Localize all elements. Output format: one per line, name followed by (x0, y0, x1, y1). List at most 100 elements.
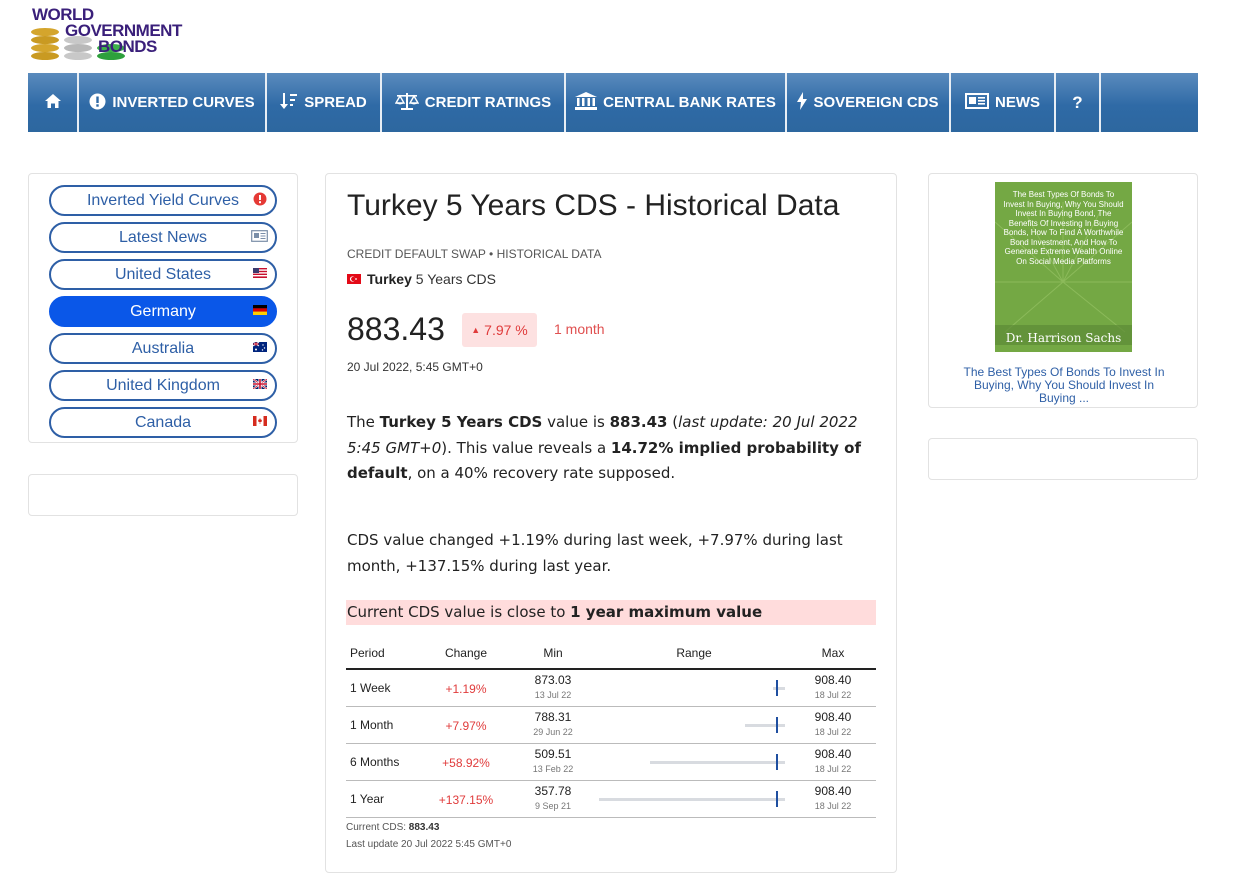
sidebar-empty-panel (28, 474, 298, 516)
right-empty-panel (928, 438, 1198, 480)
sidebar-item-canada[interactable]: Canada (49, 407, 277, 438)
main-nav: INVERTED CURVES SPREAD CREDIT RATINGS CE… (28, 73, 1198, 132)
range-marker (775, 680, 778, 696)
row-max: 908.40 18 Jul 22 (814, 710, 852, 737)
row-period: 1 Month (350, 718, 394, 732)
range-marker (775, 754, 778, 770)
table-header-max: Max (821, 646, 845, 660)
instrument-name: 5 Years CDS (415, 271, 496, 287)
canada-flag-icon (253, 416, 267, 427)
sidebar-item-latest-news[interactable]: Latest News (49, 222, 277, 253)
cds-value: 883.43 (347, 311, 445, 347)
book-cover-title: The Best Types Of Bonds To Invest In Buy… (1003, 190, 1124, 266)
home-icon (44, 93, 62, 112)
newspaper-icon (251, 230, 268, 242)
turkey-flag-icon (347, 274, 361, 285)
row-change: +137.15% (438, 793, 494, 807)
row-period: 1 Year (350, 792, 385, 806)
nav-news[interactable]: NEWS (951, 73, 1056, 132)
nav-central-bank-rates[interactable]: CENTRAL BANK RATES (566, 73, 787, 132)
row-change: +7.97% (445, 719, 487, 733)
sidebar-item-germany[interactable]: Germany (49, 296, 277, 327)
nav-label-credit-ratings: CREDIT RATINGS (424, 94, 552, 111)
nav-label-news: NEWS (995, 94, 1040, 111)
book-cover-author: Dr. Harrison Sachs (1005, 331, 1122, 345)
row-min: 873.03 13 Jul 22 (534, 673, 572, 700)
us-flag-icon (253, 268, 267, 279)
nav-credit-ratings[interactable]: CREDIT RATINGS (382, 73, 566, 132)
change-value: 7.97 % (484, 322, 528, 338)
caret-up-icon: ▲ (471, 325, 481, 335)
main-content-card: Turkey 5 Years CDS - Historical Data CRE… (325, 173, 897, 873)
sidebar-country-list: Inverted Yield Curves Latest News United… (28, 173, 298, 443)
sidebar-item-label: United States (114, 265, 212, 283)
exclamation-circle-icon (89, 93, 106, 113)
row-min: 357.78 9 Sep 21 (534, 784, 572, 811)
nav-home[interactable] (28, 73, 79, 132)
table-row: 1 Year +137.15% 357.78 9 Sep 21 908.40 18 … (346, 781, 876, 818)
book-link[interactable]: The Best Types Of Bonds To Invest In Buy… (955, 366, 1173, 405)
site-logo[interactable]: WORLD GOVERNMENT BONDS (30, 6, 200, 62)
row-max: 908.40 18 Jul 22 (814, 784, 852, 811)
row-max: 908.40 18 Jul 22 (814, 747, 852, 774)
summary-paragraph: The Turkey 5 Years CDS value is 883.43 (… (347, 413, 862, 482)
table-row: 1 Month +7.97% 788.31 29 Jun 22 908.40 18 … (346, 707, 876, 744)
newspaper-icon (965, 93, 989, 112)
row-change: +58.92% (442, 756, 490, 770)
nav-label-central-bank-rates: CENTRAL BANK RATES (603, 94, 776, 111)
table-header-period: Period (350, 646, 385, 660)
sidebar-item-label: Germany (130, 302, 196, 320)
instrument-label: Turkey 5 Years CDS (347, 271, 496, 287)
change-paragraph: CDS value changed +1.19% during last wee… (347, 531, 843, 575)
footer-current-cds: Current CDS: 883.43 (346, 822, 440, 833)
book-ad-panel: The Best Types Of Bonds To Invest In Buy… (928, 173, 1198, 408)
change-badge: ▲ 7.97 % (462, 313, 537, 347)
nav-spread[interactable]: SPREAD (267, 73, 382, 132)
table-header-change: Change (444, 646, 488, 660)
footer-last-update: Last update 20 Jul 2022 5:45 GMT+0 (346, 839, 512, 850)
row-min: 788.31 29 Jun 22 (533, 710, 573, 737)
sidebar-item-australia[interactable]: Australia (49, 333, 277, 364)
table-row: 1 Week +1.19% 873.03 13 Jul 22 908.40 18 J… (346, 670, 876, 707)
book-cover-image[interactable]: The Best Types Of Bonds To Invest In Buy… (995, 182, 1132, 352)
range-bar (650, 761, 786, 764)
nav-inverted-curves[interactable]: INVERTED CURVES (79, 73, 267, 132)
sidebar-item-inverted-yield-curves[interactable]: Inverted Yield Curves (49, 185, 277, 216)
nav-label-spread: SPREAD (304, 94, 367, 111)
page-title: Turkey 5 Years CDS - Historical Data (347, 189, 840, 222)
row-period: 6 Months (350, 755, 400, 769)
sidebar-item-label: Inverted Yield Curves (86, 191, 240, 209)
sidebar-item-united-states[interactable]: United States (49, 259, 277, 290)
row-min: 509.51 13 Feb 22 (532, 747, 574, 774)
page-subtitle: CREDIT DEFAULT SWAP • HISTORICAL DATA (347, 247, 602, 261)
table-header-range: Range (676, 646, 712, 660)
table-header-min: Min (543, 646, 563, 660)
germany-flag-icon (253, 305, 267, 316)
value-date: 20 Jul 2022, 5:45 GMT+0 (347, 360, 483, 374)
table-row: 6 Months +58.92% 509.51 13 Feb 22 908.40 1… (346, 744, 876, 781)
exclamation-circle-icon (253, 192, 267, 206)
bank-icon (575, 92, 598, 113)
range-bar (598, 798, 786, 801)
row-change: +1.19% (445, 682, 487, 696)
question-icon: ? (1072, 92, 1083, 112)
sidebar-item-label: Latest News (118, 228, 208, 246)
nav-sovereign-cds[interactable]: SOVEREIGN CDS (787, 73, 951, 132)
range-marker (775, 791, 778, 807)
range-marker (775, 717, 778, 733)
sidebar-item-label: United Kingdom (106, 376, 220, 394)
sidebar-item-label: Australia (131, 339, 195, 357)
logo-text-bonds: BONDS (98, 37, 157, 56)
sidebar-item-united-kingdom[interactable]: United Kingdom (49, 370, 277, 401)
sort-icon (280, 92, 298, 113)
instrument-country: Turkey (367, 271, 412, 287)
range-bar (744, 724, 786, 727)
sidebar-item-label: Canada (134, 413, 192, 431)
uk-flag-icon (252, 378, 268, 390)
balance-scale-icon (394, 92, 420, 113)
row-max: 908.40 18 Jul 22 (814, 673, 852, 700)
nav-help[interactable]: ? (1056, 73, 1101, 132)
australia-flag-icon (252, 341, 267, 353)
change-period: 1 month (554, 321, 605, 337)
nav-label-sovereign-cds: SOVEREIGN CDS (813, 94, 939, 111)
